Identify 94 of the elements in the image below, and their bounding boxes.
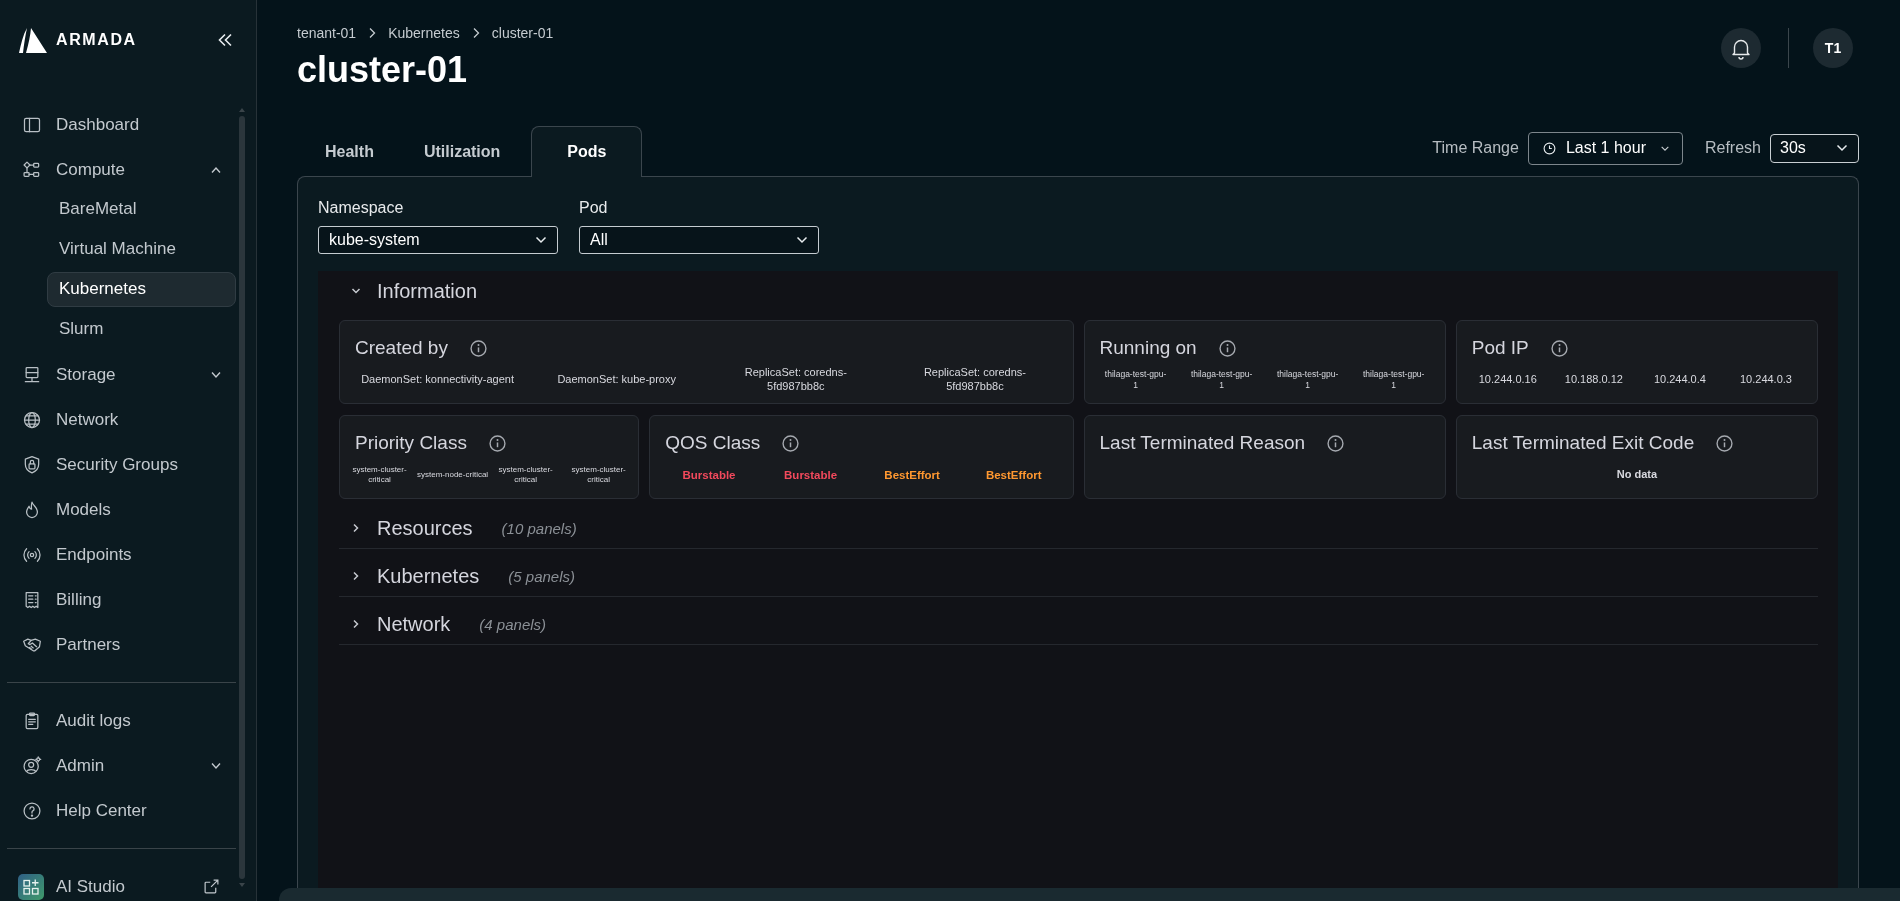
stat-value: system-cluster-critical <box>497 465 554 485</box>
stat-value: 10.244.0.4 <box>1653 373 1706 387</box>
stat-value: thilaga-test-gpu-1 <box>1362 369 1426 391</box>
nav-subitem[interactable]: Slurm <box>47 311 236 347</box>
panel-title: Priority Class <box>355 432 467 454</box>
panel-title: Last Terminated Reason <box>1099 432 1306 454</box>
row-toggle[interactable]: Resources <box>350 516 473 540</box>
clock-icon <box>1542 141 1556 155</box>
brand-name: ARMADA <box>56 31 137 49</box>
breadcrumb-link[interactable]: cluster-01 <box>491 25 554 41</box>
stat-value: ReplicaSet: coredns-5fd987bb8c <box>922 366 1027 394</box>
nav-subitem[interactable]: Kubernetes <box>47 271 236 307</box>
external-link-icon[interactable] <box>203 878 220 895</box>
stat-value: DaemonSet: konnectivity-agent <box>361 373 514 387</box>
info-icon[interactable] <box>469 339 487 357</box>
row-toggle[interactable]: Kubernetes <box>350 564 480 588</box>
nav-item[interactable]: Endpoints <box>0 532 236 577</box>
stat-value: system-node-critical <box>417 470 489 480</box>
chevron-down-icon <box>1836 144 1848 152</box>
chevron-down-icon <box>796 236 808 244</box>
server-icon <box>22 364 42 385</box>
nav-subitem[interactable]: Virtual Machine <box>47 231 236 267</box>
page-title: cluster-01 <box>297 49 469 91</box>
panel-count: (4 panels) <box>479 615 547 633</box>
info-icon[interactable] <box>782 434 800 452</box>
panel-count: (10 panels) <box>501 519 577 537</box>
nodes-icon <box>22 159 42 180</box>
filter-select[interactable]: kube-system <box>318 226 558 254</box>
stat-value: thilaga-test-gpu-1 <box>1189 369 1254 391</box>
nav-item[interactable]: Billing <box>0 577 236 622</box>
stat-value: 10.244.0.3 <box>1739 373 1792 387</box>
info-icon[interactable] <box>1327 434 1345 452</box>
row-toggle[interactable]: Network <box>350 612 451 636</box>
time-range-picker[interactable]: Last 1 hour <box>1527 131 1683 165</box>
stat-value: Burstable <box>682 467 736 483</box>
stat-value: ReplicaSet: coredns-5fd987bb8c <box>743 366 848 394</box>
nav-item[interactable]: Admin <box>0 743 236 788</box>
panel-title: Created by <box>355 337 448 359</box>
stat-value: system-cluster-critical <box>351 465 408 485</box>
filter-label: Namespace <box>318 198 405 218</box>
panel-title: Pod IP <box>1471 337 1529 359</box>
logo-icon <box>18 26 48 54</box>
stat-value: No data <box>1616 468 1658 482</box>
stat-value: 10.244.0.16 <box>1478 373 1537 387</box>
info-icon[interactable] <box>488 434 506 452</box>
filter-label: Pod <box>579 198 609 218</box>
nav-item[interactable]: Network <box>0 397 236 442</box>
tab[interactable]: Health <box>300 126 399 176</box>
stat-value: BestEffort <box>884 467 940 483</box>
stat-value: Burstable <box>784 467 838 483</box>
stat-value: 10.188.0.12 <box>1564 373 1623 387</box>
nav-item[interactable]: Compute <box>0 147 236 192</box>
info-icon[interactable] <box>1550 339 1568 357</box>
panel-title: QOS Class <box>665 432 761 454</box>
panel-count: (5 panels) <box>508 567 575 585</box>
breadcrumb-link[interactable]: tenant-01 <box>297 25 357 41</box>
globe-icon <box>22 409 42 430</box>
chevron-down-icon <box>535 236 547 244</box>
nav-item[interactable]: Dashboard <box>0 102 236 147</box>
chevron-down-icon <box>1659 144 1670 152</box>
chevron-right-icon <box>368 27 377 39</box>
refresh-select[interactable]: 30s <box>1770 133 1859 163</box>
breadcrumb-link[interactable]: Kubernetes <box>388 25 460 41</box>
nav-item[interactable]: Audit logs <box>0 698 236 743</box>
stat-value: system-cluster-critical <box>570 465 627 485</box>
avatar-button[interactable]: T1 <box>1813 28 1853 68</box>
panel-title: Running on <box>1099 337 1197 359</box>
chevron-right-icon <box>471 27 480 39</box>
tab[interactable]: Utilization <box>398 126 526 176</box>
shield-lock-icon <box>22 454 42 475</box>
app-link[interactable]: AI Studio <box>0 864 236 901</box>
filter-select[interactable]: All <box>579 226 819 254</box>
stat-value: thilaga-test-gpu-1 <box>1103 369 1168 391</box>
nav-item[interactable]: Storage <box>0 352 236 397</box>
stat-value: BestEffort <box>985 467 1042 483</box>
panel-title: Last Terminated Exit Code <box>1471 432 1695 454</box>
nav-subitem[interactable]: BareMetal <box>47 191 236 227</box>
nav-item[interactable]: Help Center <box>0 788 236 833</box>
help-icon <box>22 800 42 821</box>
nav-item[interactable]: Security Groups <box>0 442 236 487</box>
info-icon[interactable] <box>1716 434 1734 452</box>
tab[interactable]: Pods <box>531 126 643 177</box>
nav-item[interactable]: Models <box>0 487 236 532</box>
row-toggle[interactable]: Information <box>350 279 478 303</box>
stat-value: DaemonSet: kube-proxy <box>557 373 676 387</box>
time-range-label: Time Range <box>1432 139 1519 157</box>
notifications-button[interactable] <box>1721 28 1761 68</box>
stat-value: thilaga-test-gpu-1 <box>1275 369 1340 391</box>
app-tile-icon <box>18 873 44 900</box>
nav-item[interactable]: Partners <box>0 622 236 667</box>
info-icon[interactable] <box>1218 339 1236 357</box>
user-gear-icon <box>22 755 42 776</box>
refresh-label: Refresh <box>1704 139 1761 157</box>
double-chevron-left-icon[interactable] <box>217 33 233 47</box>
